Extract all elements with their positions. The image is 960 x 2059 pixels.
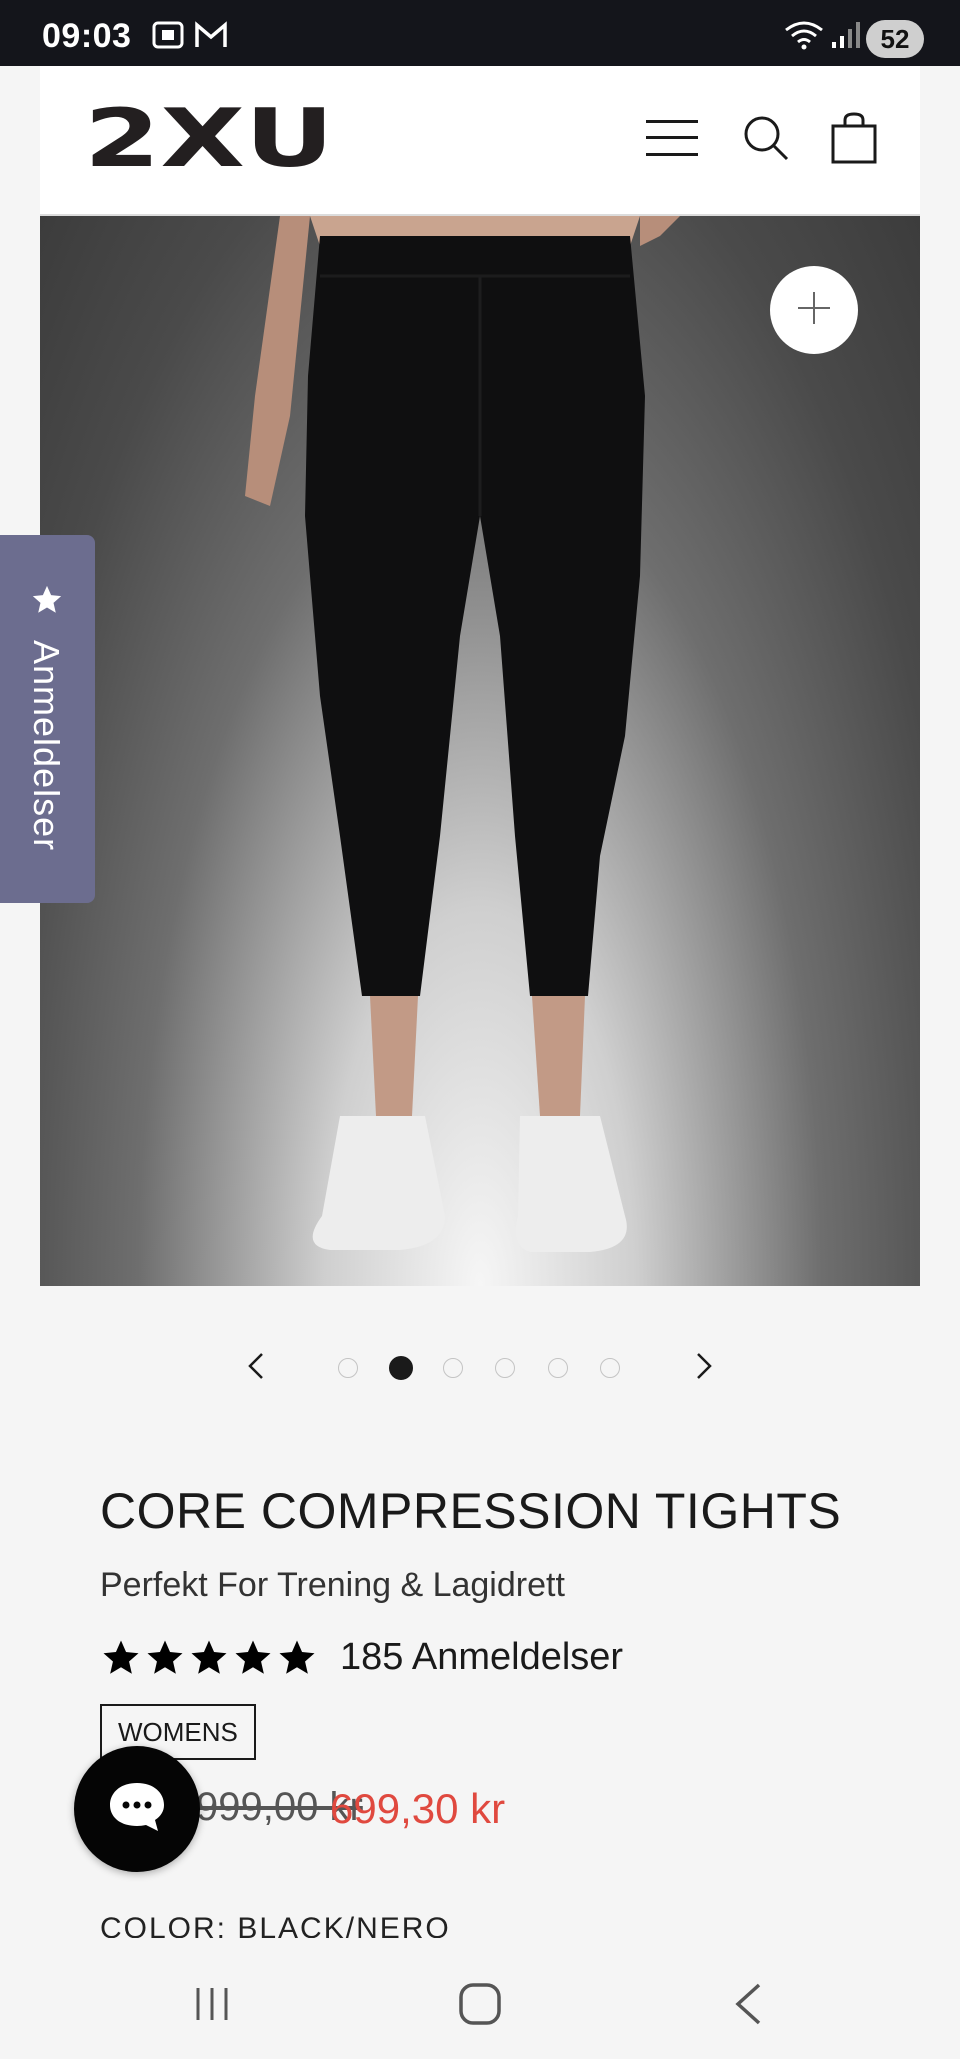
sale-price: 699,30 kr [330, 1785, 506, 1832]
status-bar: 09:03 52 [0, 0, 960, 66]
star-icon [103, 1640, 139, 1674]
status-time: 09:03 [42, 17, 132, 55]
zoom-button[interactable] [770, 266, 858, 354]
carousel-dot[interactable] [443, 1358, 463, 1378]
back-arrow-icon [733, 1982, 763, 2031]
chevron-left-icon [247, 1352, 265, 1385]
battery-indicator: 52 [866, 20, 924, 58]
chevron-right-icon [695, 1352, 713, 1385]
screenshot-icon [152, 20, 184, 55]
carousel-dot[interactable] [495, 1358, 515, 1378]
reviews-side-tab[interactable]: Anmeldelser [0, 535, 95, 903]
color-label: COLOR: BLACK/NERO [100, 1912, 451, 1938]
menu-button[interactable] [640, 108, 704, 172]
star-icon [147, 1640, 183, 1674]
carousel-dot[interactable] [338, 1358, 358, 1378]
prev-image-button[interactable] [236, 1348, 276, 1388]
back-button[interactable] [718, 1976, 778, 2036]
carousel-dot-active[interactable] [389, 1356, 413, 1380]
brand-logo[interactable]: 2XU [84, 92, 334, 185]
star-icon [30, 583, 64, 622]
product-photo [245, 216, 680, 1252]
product-title: CORE COMPRESSION TIGHTS [100, 1483, 842, 1539]
plus-icon [796, 290, 832, 331]
search-button[interactable] [734, 108, 798, 172]
product-subtitle: Perfekt For Trening & Lagidrett [100, 1566, 565, 1604]
product-image[interactable] [40, 216, 920, 1286]
svg-text:2XU: 2XU [84, 106, 334, 172]
recent-apps-icon [192, 1984, 232, 2029]
star-icon [235, 1640, 271, 1674]
shopping-bag-icon [831, 111, 877, 169]
system-nav-bar [0, 1940, 960, 2059]
gmail-icon [194, 20, 228, 55]
rating-summary[interactable]: 185 Anmeldelser [100, 1636, 623, 1679]
carousel-dot[interactable] [600, 1358, 620, 1378]
signal-icon [830, 20, 862, 55]
hamburger-icon [646, 118, 698, 163]
recent-apps-button[interactable] [182, 1976, 242, 2036]
reviews-tab-label: Anmeldelser [26, 640, 67, 852]
cart-button[interactable] [822, 108, 886, 172]
home-icon [458, 1982, 502, 2031]
wifi-icon [784, 20, 824, 55]
site-header: 2XU [40, 66, 920, 216]
image-carousel-controls [0, 1340, 960, 1396]
next-image-button[interactable] [684, 1348, 724, 1388]
star-icon [191, 1640, 227, 1674]
chat-button[interactable] [74, 1746, 200, 1872]
rating-stars [100, 1637, 318, 1679]
carousel-dot[interactable] [548, 1358, 568, 1378]
search-icon [742, 114, 790, 167]
review-count: 185 Anmeldelser [340, 1636, 624, 1678]
star-icon [279, 1640, 315, 1674]
chat-bubble-icon [106, 1779, 168, 1840]
home-button[interactable] [450, 1976, 510, 2036]
